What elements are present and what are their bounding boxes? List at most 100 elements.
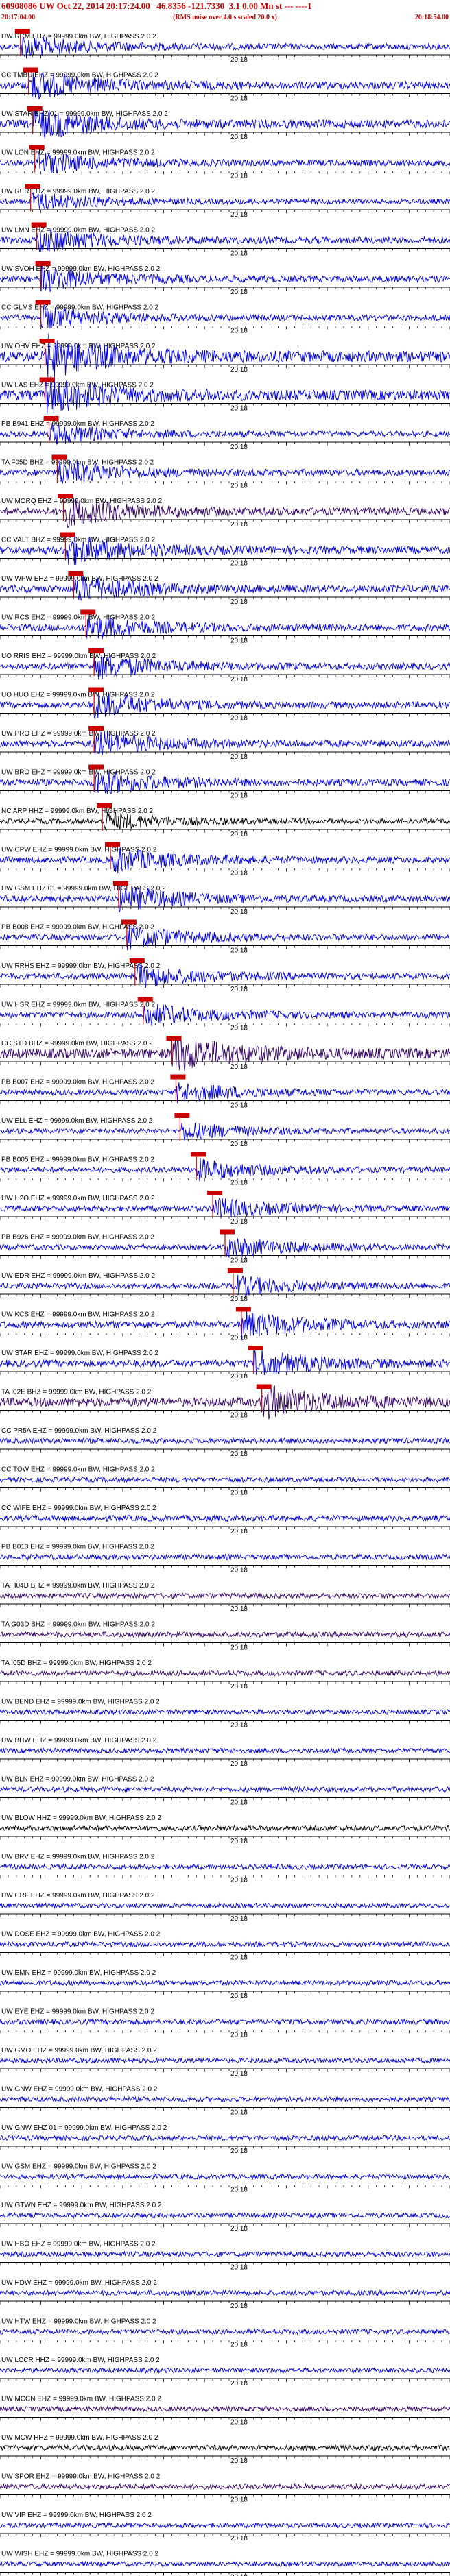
pick-flag (35, 300, 51, 305)
time-tick-label: 20:18 (230, 2109, 248, 2117)
waveform-trace (0, 1824, 450, 1832)
pick-flag (88, 687, 104, 692)
time-tick-label: 20:18 (230, 1644, 248, 1652)
pick-flag (29, 145, 45, 150)
trace-row: 20:18 UW BLOW HHZ = 99999.0km BW, HIGHPAS… (0, 1814, 450, 1845)
time-tick-label: 20:18 (230, 2419, 248, 2427)
trace-row: 20:18 CC VALT BHZ = 99999.0km BW, HIGHPAS… (0, 535, 450, 568)
pick-flag (31, 222, 47, 228)
time-tick-label: 20:18 (230, 1063, 248, 1071)
trace-row: 20:18 UW EMN EHZ = 99999.0km BW, HIGHPASS… (0, 1969, 450, 2000)
time-tick-label: 20:18 (230, 1567, 248, 1575)
channel-label: UW CPW EHZ = 99999.0km BW, HIGHPASS 2.0 … (1, 847, 157, 854)
trace-row: 20:18 UW RCS EHZ = 99999.0km BW, HIGHPASS… (0, 614, 450, 645)
time-tick-label: 20:18 (230, 1296, 248, 1303)
channel-label: PB B941 EHZ = 99999.0km BW, HIGHPASS 2.0… (1, 420, 154, 428)
trace-row: 20:18 UW GNW EHZ 01 = 99999.0km BW, HIGHP… (0, 2124, 450, 2155)
channel-label: UW KCS EHZ = 99999.0km BW, HIGHPASS 2.0 … (1, 1311, 155, 1319)
time-tick-label: 20:18 (230, 2342, 248, 2349)
time-tick-label: 20:18 (230, 366, 248, 374)
time-tick-label: 20:18 (230, 1877, 248, 1884)
trace-row: 20:18 UW HTW EHZ = 99999.0km BW, HIGHPASS… (0, 2318, 450, 2349)
trace-row: 20:18 UW RRHS EHZ = 99999.0km BW, HIGHPAS… (0, 962, 450, 993)
pick-flag (88, 764, 104, 770)
waveform-trace (0, 1901, 450, 1910)
time-tick-label: 20:18 (230, 753, 248, 761)
time-tick-label: 20:18 (230, 1373, 248, 1381)
waveform-trace (0, 1863, 450, 1871)
trace-row: 20:18 UW MCW HHZ = 99999.0km BW, HIGHPASS… (0, 2434, 450, 2465)
channel-label: CC TOW EHZ = 99999.0km BW, HIGHPASS 2.0 … (1, 1466, 155, 1474)
channel-label: UW BRO EHZ = 99999.0km BW, HIGHPASS 2.0 … (1, 769, 156, 777)
pick-flag (129, 958, 145, 963)
time-tick-label: 20:18 (230, 715, 248, 722)
trace-row: 20:18 CC GLMS EHZ = 99999.0km BW, HIGHPAS… (0, 304, 450, 335)
trace-row: 20:18 UW LCCR HHZ = 99999.0km BW, HIGHPAS… (0, 2357, 450, 2387)
pick-flag (58, 494, 73, 498)
waveform-trace (0, 1669, 450, 1677)
time-tick-label: 20:18 (230, 1335, 248, 1342)
pick-marker (105, 842, 121, 870)
waveform-trace (0, 1476, 450, 1483)
pick-marker (256, 1384, 272, 1412)
time-tick-label: 20:18 (230, 443, 248, 451)
channel-label: UW STAR EHZ = 99999.0km BW, HIGHPASS 2.0… (1, 1350, 158, 1357)
trace-row: 20:18 UW RCM EHZ = 99999.0km BW, HIGHPASS… (0, 33, 450, 64)
time-tick-label: 20:18 (230, 173, 248, 180)
time-tick-label: 20:18 (230, 908, 248, 916)
trace-row: 20:18 TA I05D BHZ = 99999.0km BW, HIGHPAS… (0, 1660, 450, 1690)
channel-label: CC TMBU EHZ = 99999.0km BW, HIGHPASS 2.0… (1, 72, 158, 80)
channel-label: PB B926 EHZ = 99999.0km BW, HIGHPASS 2.0… (1, 1234, 154, 1241)
channel-label: UW ELL EHZ = 99999.0km BW, HIGHPASS 2.0 … (1, 1117, 153, 1125)
pick-flag (35, 261, 51, 266)
pick-flag (207, 1191, 223, 1195)
waveform-trace (0, 2328, 450, 2335)
channel-label: UW BHW EHZ = 99999.0km BW, HIGHPASS 2.0 … (1, 1737, 157, 1745)
pick-flag (174, 1113, 190, 1118)
trace-row: 20:18 TA I02E BHZ = 99999.0km BW, HIGHPAS… (0, 1385, 450, 1420)
waveform-trace (0, 2444, 450, 2452)
pick-flag (220, 1229, 235, 1235)
channel-label: TA G03D BHZ = 99999.0km BW, HIGHPASS 2.0… (1, 1621, 155, 1629)
waveform-trace (0, 2211, 450, 2220)
trace-row: 20:18 UW LMN EHZ = 99999.0km BW, HIGHPASS… (0, 227, 450, 258)
channel-label: UW BLOW HHZ = 99999.0km BW, HIGHPASS 2.0… (1, 1814, 161, 1822)
time-tick-label: 20:18 (230, 1141, 248, 1148)
time-tick-label: 20:18 (230, 560, 248, 568)
waveform-trace (0, 2483, 450, 2490)
time-tick-label: 20:18 (230, 1025, 248, 1032)
trace-row: 20:18 UW MCCN EHZ = 99999.0km BW, HIGHPAS… (0, 2396, 450, 2427)
pick-flag (88, 648, 104, 653)
pick-flag (121, 919, 137, 925)
time-tick-label: 20:18 (230, 2302, 248, 2310)
trace-row: 20:18 UW BRV EHZ = 99999.0km BW, HIGHPASS… (0, 1854, 450, 1884)
waveform-trace (0, 2560, 450, 2568)
time-tick-label: 20:18 (230, 2225, 248, 2233)
channel-label: UW PRO EHZ = 99999.0km BW, HIGHPASS 2.0 … (1, 730, 156, 738)
pick-flag (39, 377, 55, 382)
channel-label: UW BRV EHZ = 99999.0km BW, HIGHPASS 2.0 … (1, 1854, 155, 1861)
waveform-trace (0, 151, 450, 174)
trace-row: 20:18 UW SPOR EHZ = 99999.0km BW, HIGHPAS… (0, 2473, 450, 2504)
waveform-trace (0, 2405, 450, 2413)
time-tick-label: 20:18 (230, 1180, 248, 1187)
trace-row: 20:18 UO HUO EHZ = 99999.0km BW, HIGHPASS… (0, 692, 450, 722)
channel-label: UW MORQ EHZ = 99999.0km BW, HIGHPASS 2.0… (1, 498, 162, 505)
time-tick-label: 20:18 (230, 1412, 248, 1420)
pick-marker (58, 494, 73, 521)
seismogram-plot: 20:18 UW RCM EHZ = 99999.0km BW, HIGHPASS… (0, 29, 450, 2576)
waveform-trace (0, 1979, 450, 1987)
pick-flag (23, 67, 38, 73)
channel-label: UW GTWN EHZ = 99999.0km BW, HIGHPASS 2.0… (1, 2202, 162, 2209)
pick-flag (68, 571, 84, 576)
trace-row: 20:18 PB B013 EHZ = 99999.0km BW, HIGHPAS… (0, 1544, 450, 1575)
time-tick-label: 20:18 (230, 2380, 248, 2387)
channel-label: UW BLN EHZ = 99999.0km BW, HIGHPASS 2.0 … (1, 1776, 154, 1784)
channel-label: UW LCCR HHZ = 99999.0km BW, HIGHPASS 2.0… (1, 2357, 160, 2364)
channel-label: TA F05D BHZ = 99999.0km BW, HIGHPASS 2.0… (1, 459, 154, 467)
pick-flag (60, 532, 75, 537)
time-tick-label: 20:18 (230, 250, 248, 258)
trace-row: 20:18 UW WISH EHZ = 99999.0km BW, HIGHPAS… (0, 2551, 450, 2576)
channel-label: UW VIP EHZ = 99999.0km BW, HIGHPASS 2.0 … (1, 2512, 152, 2519)
time-tick-label: 20:18 (230, 1102, 248, 1110)
